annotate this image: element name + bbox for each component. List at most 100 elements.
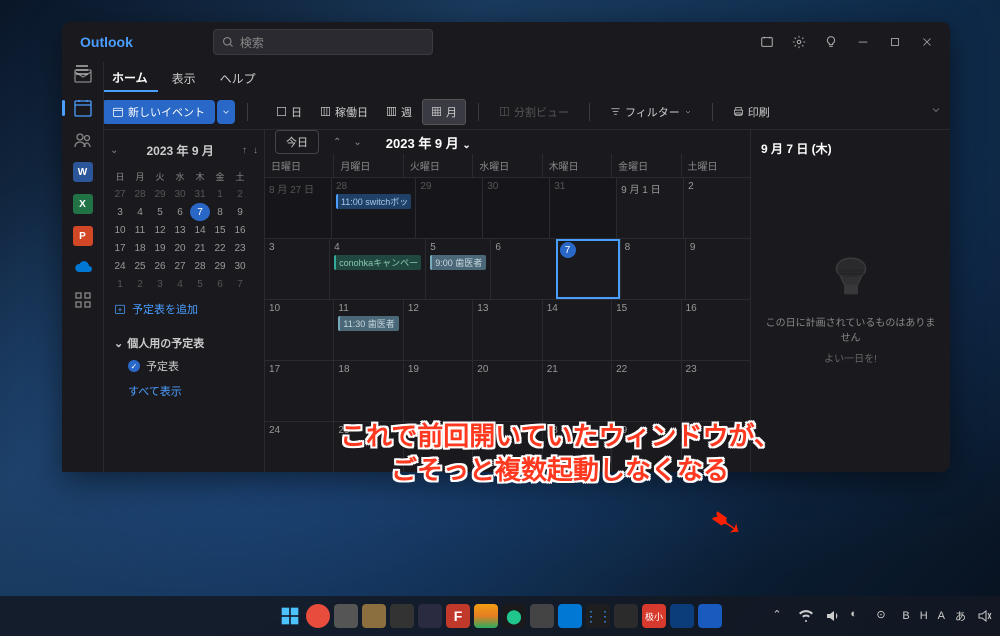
next-month-button[interactable]: ⌄	[349, 135, 365, 150]
calendar-day[interactable]: 7	[556, 239, 620, 299]
mini-day[interactable]: 27	[170, 257, 190, 275]
calendar-day[interactable]: 14	[542, 300, 611, 360]
calendar-day[interactable]: 12	[403, 300, 472, 360]
mini-day[interactable]: 31	[190, 185, 210, 203]
calendar-day[interactable]: 25	[333, 422, 402, 472]
calendar-day[interactable]: 20	[472, 361, 541, 421]
mini-day[interactable]: 29	[150, 185, 170, 203]
calendar-day[interactable]: 8	[620, 239, 685, 299]
mini-day[interactable]: 11	[130, 221, 150, 239]
tray-lang-2[interactable]: H	[920, 610, 928, 622]
mini-day[interactable]: 3	[110, 203, 130, 221]
tray-icon-2[interactable]: ⊙	[876, 608, 892, 624]
mini-cal-next[interactable]: ↓	[253, 145, 258, 156]
nav-powerpoint-icon[interactable]: P	[73, 226, 93, 246]
view-month-button[interactable]: 月	[422, 99, 466, 125]
tab-help[interactable]: ヘルプ	[210, 66, 266, 91]
hamburger-menu[interactable]	[74, 62, 90, 83]
calendar-item[interactable]: ✓ 予定表	[114, 355, 254, 377]
calendar-day[interactable]: 9 月 1 日	[616, 178, 683, 238]
calendar-day[interactable]: 27	[472, 422, 541, 472]
view-workday-button[interactable]: 稼働日	[312, 99, 376, 125]
mini-day[interactable]: 7	[230, 275, 250, 293]
mini-day[interactable]: 30	[230, 257, 250, 275]
mini-day[interactable]: 19	[150, 239, 170, 257]
tray-lang-3[interactable]: A	[938, 610, 945, 622]
calendar-day[interactable]: 30	[482, 178, 549, 238]
taskbar-app-11[interactable]: ⋮⋮	[586, 604, 610, 628]
calendar-day[interactable]: 3	[265, 239, 329, 299]
tab-home[interactable]: ホーム	[102, 65, 158, 92]
taskbar-app-4[interactable]	[390, 604, 414, 628]
tray-network-icon[interactable]	[798, 608, 814, 624]
calendar-day[interactable]: 2811:00 switchボッ	[331, 178, 415, 238]
prev-month-button[interactable]: ⌃	[329, 135, 345, 150]
calendar-day[interactable]: 17	[265, 361, 333, 421]
tray-lang-1[interactable]: B	[902, 610, 909, 622]
calendar-event[interactable]: 9:00 歯医者	[430, 255, 486, 270]
mini-day[interactable]: 5	[190, 275, 210, 293]
calendar-day[interactable]: 2	[683, 178, 750, 238]
calendar-day[interactable]: 22	[611, 361, 680, 421]
calendar-day[interactable]: 6	[490, 239, 555, 299]
tab-view[interactable]: 表示	[162, 66, 206, 91]
mini-day[interactable]: 12	[150, 221, 170, 239]
calendar-day[interactable]: 26	[403, 422, 472, 472]
calendar-day[interactable]: 18	[333, 361, 402, 421]
nav-more-apps-icon[interactable]	[73, 290, 93, 310]
add-calendar-button[interactable]: 予定表を追加	[110, 293, 258, 325]
taskbar-app-15[interactable]	[698, 604, 722, 628]
mini-day[interactable]: 25	[130, 257, 150, 275]
mini-day[interactable]: 2	[230, 185, 250, 203]
personal-calendars-section[interactable]: ⌄ 個人用の予定表	[114, 331, 254, 355]
mini-day[interactable]: 4	[130, 203, 150, 221]
mini-day[interactable]: 2	[130, 275, 150, 293]
new-event-button[interactable]: 新しいイベント	[102, 100, 215, 124]
tray-mute-icon[interactable]	[976, 608, 992, 624]
nav-excel-icon[interactable]: X	[73, 194, 93, 214]
nav-calendar-icon[interactable]	[73, 98, 93, 118]
view-day-button[interactable]: 日	[268, 99, 310, 125]
start-button[interactable]	[278, 604, 302, 628]
settings-icon[interactable]	[784, 27, 814, 57]
mini-day[interactable]: 20	[170, 239, 190, 257]
calendar-day[interactable]: 24	[265, 422, 333, 472]
calendar-day[interactable]: 23	[681, 361, 750, 421]
mini-day[interactable]: 7	[190, 203, 210, 221]
taskbar-app-1[interactable]	[306, 604, 330, 628]
mini-day[interactable]: 22	[210, 239, 230, 257]
tray-volume-icon[interactable]	[824, 608, 840, 624]
calendar-day[interactable]: 10	[265, 300, 333, 360]
taskbar-app-14[interactable]	[670, 604, 694, 628]
mini-day[interactable]: 15	[210, 221, 230, 239]
taskbar-app-10[interactable]	[558, 604, 582, 628]
taskbar-app-6[interactable]: F	[446, 604, 470, 628]
calendar-day[interactable]: 28	[542, 422, 611, 472]
mini-day[interactable]: 1	[210, 185, 230, 203]
view-week-button[interactable]: 週	[378, 99, 420, 125]
taskbar-app-9[interactable]	[530, 604, 554, 628]
minimize-button[interactable]	[848, 27, 878, 57]
maximize-button[interactable]	[880, 27, 910, 57]
calendar-day[interactable]: 19	[403, 361, 472, 421]
calendar-day[interactable]: 31	[549, 178, 616, 238]
mini-day[interactable]: 24	[110, 257, 130, 275]
mini-day[interactable]: 1	[110, 275, 130, 293]
nav-word-icon[interactable]: W	[73, 162, 93, 182]
taskbar-app-3[interactable]	[362, 604, 386, 628]
mini-day[interactable]: 21	[190, 239, 210, 257]
search-input[interactable]: 検索	[213, 29, 433, 55]
mini-day[interactable]: 9	[230, 203, 250, 221]
calendar-day[interactable]: 29	[415, 178, 482, 238]
mini-day[interactable]: 17	[110, 239, 130, 257]
new-event-dropdown[interactable]	[217, 100, 235, 124]
mini-day[interactable]: 13	[170, 221, 190, 239]
calendar-day[interactable]: 1111:30 歯医者	[333, 300, 402, 360]
taskbar-app-5[interactable]	[418, 604, 442, 628]
mini-day[interactable]: 30	[170, 185, 190, 203]
taskbar-app-7[interactable]	[474, 604, 498, 628]
mini-day[interactable]: 3	[150, 275, 170, 293]
mini-day[interactable]: 29	[210, 257, 230, 275]
calendar-day[interactable]: 59:00 歯医者	[425, 239, 490, 299]
close-button[interactable]	[912, 27, 942, 57]
